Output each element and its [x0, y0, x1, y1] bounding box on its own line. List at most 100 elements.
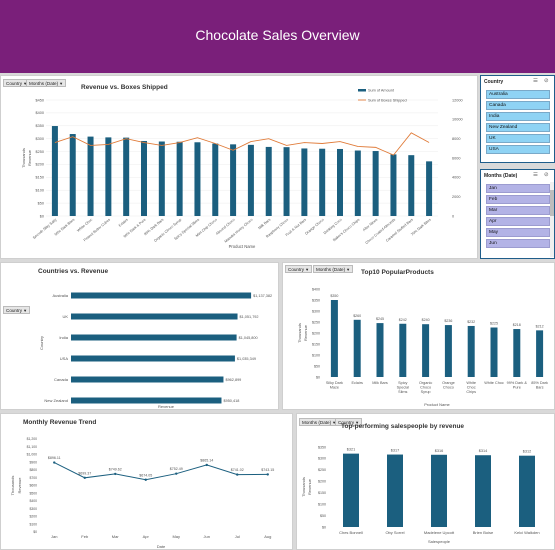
x-tick-label: After Nines [362, 218, 378, 233]
data-label: $699.37 [78, 471, 91, 475]
bar [301, 148, 308, 216]
y-tick-label: $1,100 [27, 445, 37, 449]
x-tick-label: Jun [204, 534, 210, 539]
slicer-item-usa[interactable]: USA [486, 145, 550, 154]
bar [141, 140, 147, 216]
months-slicer-title: Months (Date) [484, 173, 518, 179]
x-tick-label: May [172, 534, 180, 539]
clear-filter-icon[interactable]: ⊘ [544, 172, 549, 178]
data-label: $245 [376, 317, 384, 321]
slicer-item-mar[interactable]: Mar [486, 206, 550, 215]
slicer-item-may[interactable]: May [486, 228, 550, 237]
bar [343, 453, 359, 527]
y-tick-label: India [59, 335, 68, 340]
data-label: $743.15 [261, 468, 274, 472]
data-label: $225 [490, 322, 498, 326]
bar [123, 137, 130, 216]
bar [467, 325, 475, 377]
y-tick-label: Canada [54, 377, 69, 382]
x-tick-label: Maze [330, 386, 339, 390]
bar [422, 324, 430, 377]
data-label: $741.02 [231, 468, 244, 472]
data-point [53, 461, 56, 464]
bar [372, 151, 379, 216]
bar [399, 323, 407, 377]
slicer-item-new-zealand[interactable]: New Zealand [486, 123, 550, 132]
slicer-item-australia[interactable]: Australia [486, 90, 550, 99]
y-axis-label: Revenue [17, 477, 22, 494]
data-label: $1,045,800 [239, 336, 258, 340]
slicer-item-uk[interactable]: UK [486, 134, 550, 143]
x-tick-label: Jul [235, 534, 240, 539]
bar [337, 148, 343, 216]
months-scrollbar[interactable] [550, 182, 554, 257]
bar [513, 329, 521, 377]
y-tick-label: $0 [40, 214, 44, 218]
slicer-item-india[interactable]: India [486, 112, 550, 121]
x-tick-label: White Choc [484, 381, 504, 385]
y-tick-label: $200 [312, 331, 320, 335]
monthly-trend-panel: Monthly Revenue Trend $0 $100 $200 $300 $400… [0, 413, 293, 550]
y-tick-label: $150 [36, 176, 44, 180]
x-tick-label: Silky Dark [326, 381, 343, 385]
data-label: $962,899 [225, 378, 241, 382]
months-scroll-thumb[interactable] [550, 190, 554, 216]
top10-products-chart: $0 $50 $100 $150 $200 $250 $300 $350 $400 Thousan… [297, 287, 548, 407]
x-tick-label: Choc [467, 386, 476, 390]
y-tick-label: UK [62, 314, 68, 319]
data-point [266, 473, 269, 476]
data-label: $232 [467, 320, 475, 324]
data-label: $950,418 [223, 399, 239, 403]
y-unit-label: Thousands [10, 476, 15, 496]
slicer-item-apr[interactable]: Apr [486, 217, 550, 226]
y-tick-label: $250 [36, 150, 44, 154]
y-tick-label: $350 [36, 124, 44, 128]
multi-select-icon[interactable]: ☰ [533, 172, 538, 178]
country-slicer[interactable]: Country ☰ ⊘ Australia Canada India New Zeal… [480, 75, 555, 163]
bar [158, 141, 165, 216]
y-tick-label: $0 [33, 530, 37, 534]
data-label: $242 [399, 318, 407, 322]
countries-revenue-chart: Country Australia $1,137,382 UK $1,051,792 In… [39, 292, 272, 409]
clear-filter-icon[interactable]: ⊘ [544, 78, 549, 84]
x-tick-label: Madelene Upcott [424, 530, 455, 535]
y2-tick-label: 6000 [452, 156, 460, 160]
bar [353, 319, 361, 377]
y2-tick-label: 2000 [452, 195, 460, 199]
x-tick-label: Pure [513, 386, 521, 390]
bar [176, 141, 183, 216]
months-slicer[interactable]: Months (Date) ☰ ⊘ Jan Feb Mar Apr May Jun [480, 169, 555, 259]
x-axis-label: Revenue [158, 404, 175, 409]
data-label: $218 [513, 323, 521, 327]
salespeople-chart: $0 $50 $100 $150 $200 $250 $300 $350 Thousands Re… [301, 445, 540, 544]
y2-tick-label: 4000 [452, 176, 460, 180]
y-tick-label: $400 [36, 111, 44, 115]
slicer-item-jun[interactable]: Jun [486, 239, 550, 248]
y-axis-label: Revenue [307, 478, 312, 495]
bar [475, 455, 491, 527]
x-tick-label: 99% Dark & [507, 381, 528, 385]
data-label: $674.05 [139, 473, 152, 477]
x-tick-label: Orange Choco [304, 218, 324, 236]
slicer-item-feb[interactable]: Feb [486, 195, 550, 204]
y-tick-label: $150 [318, 491, 326, 495]
x-tick-label: Eclairs [351, 381, 362, 385]
multi-select-icon[interactable]: ☰ [533, 78, 538, 84]
y-tick-label: $450 [36, 98, 44, 102]
data-label: $896.11 [48, 456, 61, 460]
x-tick-label: Orange [442, 381, 455, 385]
data-label: $316 [435, 449, 443, 453]
y-tick-label: Australia [52, 293, 68, 298]
bar [283, 147, 290, 216]
bar [69, 134, 76, 216]
slicer-item-canada[interactable]: Canada [486, 101, 550, 110]
y-tick-label: $200 [318, 480, 326, 484]
data-label: $1,137,382 [253, 294, 272, 298]
x-axis-label: Product Name [424, 402, 450, 407]
legend-swatch-amount [358, 89, 366, 92]
y-tick-label: $350 [318, 445, 326, 449]
x-tick-label: Feb [81, 534, 89, 539]
slicer-item-jan[interactable]: Jan [486, 184, 550, 193]
data-point [236, 473, 239, 476]
y-tick-label: $300 [312, 309, 320, 313]
